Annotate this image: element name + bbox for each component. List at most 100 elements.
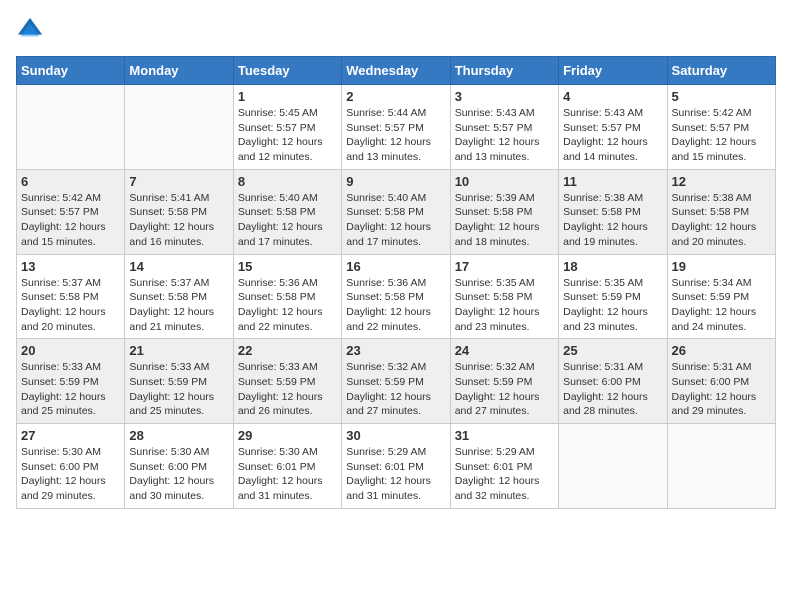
calendar-week-row: 20 Sunrise: 5:33 AM Sunset: 5:59 PM Dayli…: [17, 339, 776, 424]
day-info: Sunrise: 5:44 AM Sunset: 5:57 PM Dayligh…: [346, 106, 445, 165]
calendar-cell: 22 Sunrise: 5:33 AM Sunset: 5:59 PM Dayli…: [233, 339, 341, 424]
weekday-header-wednesday: Wednesday: [342, 57, 450, 85]
calendar-cell: 13Sunrise: 5:37 AM Sunset: 5:58 PM Dayli…: [17, 254, 125, 339]
day-number: 31: [455, 428, 554, 443]
calendar-cell: 9 Sunrise: 5:40 AM Sunset: 5:58 PM Daylig…: [342, 169, 450, 254]
calendar-week-row: 13 Sunrise: 5:37 AM Sunset: 5:58 PM Dayli…: [17, 254, 776, 339]
calendar-cell: [125, 85, 233, 170]
calendar-cell: 11 Sunrise: 5:38 AM Sunset: 5:58 PM Dayli…: [559, 169, 667, 254]
day-info: Sunrise: 5:35 AM Sunset: 5:58 PM Dayligh…: [455, 276, 554, 335]
day-number: 20: [21, 343, 120, 358]
day-info: Sunrise: 5:32 AM Sunset: 5:59 PM Dayligh…: [346, 360, 445, 419]
calendar-cell: 5 Sunrise: 5:42 AM Sunset: 5:57 PM Daylig…: [667, 85, 775, 170]
calendar-cell: 28 Sunrise: 5:30 AM Sunset: 6:00 PM Dayli…: [125, 424, 233, 509]
page-header: [16, 16, 776, 44]
day-info: Sunrise: 5:34 AM Sunset: 5:59 PM Dayligh…: [672, 276, 771, 335]
calendar-cell: 16 Sunrise: 5:36 AM Sunset: 5:58 PM Dayli…: [342, 254, 450, 339]
calendar-cell: 10 Sunrise: 5:39 AM Sunset: 5:58 PM Dayli…: [450, 169, 558, 254]
day-number: 8: [238, 174, 337, 189]
day-number: 19: [672, 259, 771, 274]
day-info: Sunrise: 5:40 AM Sunset: 5:58 PM Dayligh…: [346, 191, 445, 250]
day-number: 1: [238, 89, 337, 104]
calendar-cell: 12Sunrise: 5:38 AM Sunset: 5:58 PM Dayli…: [667, 169, 775, 254]
day-info: Sunrise: 5:30 AM Sunset: 6:00 PM Dayligh…: [129, 445, 228, 504]
calendar-cell: 25Sunrise: 5:31 AM Sunset: 6:00 PM Dayli…: [559, 339, 667, 424]
day-number: 29: [238, 428, 337, 443]
day-info: Sunrise: 5:42 AM Sunset: 5:57 PM Dayligh…: [21, 191, 120, 250]
day-number: 16: [346, 259, 445, 274]
calendar-cell: 8 Sunrise: 5:40 AM Sunset: 5:58 PM Daylig…: [233, 169, 341, 254]
calendar-cell: 26 Sunrise: 5:31 AM Sunset: 6:00 PM Dayli…: [667, 339, 775, 424]
day-info: Sunrise: 5:35 AM Sunset: 5:59 PM Dayligh…: [563, 276, 662, 335]
calendar-cell: 17 Sunrise: 5:35 AM Sunset: 5:58 PM Dayli…: [450, 254, 558, 339]
day-info: Sunrise: 5:33 AM Sunset: 5:59 PM Dayligh…: [129, 360, 228, 419]
calendar-cell: 30 Sunrise: 5:29 AM Sunset: 6:01 PM Dayli…: [342, 424, 450, 509]
day-number: 15: [238, 259, 337, 274]
weekday-header-friday: Friday: [559, 57, 667, 85]
day-info: Sunrise: 5:45 AM Sunset: 5:57 PM Dayligh…: [238, 106, 337, 165]
calendar-week-row: 6Sunrise: 5:42 AM Sunset: 5:57 PM Daylig…: [17, 169, 776, 254]
day-info: Sunrise: 5:30 AM Sunset: 6:00 PM Dayligh…: [21, 445, 120, 504]
day-info: Sunrise: 5:38 AM Sunset: 5:58 PM Dayligh…: [563, 191, 662, 250]
calendar-cell: 3Sunrise: 5:43 AM Sunset: 5:57 PM Daylig…: [450, 85, 558, 170]
day-number: 26: [672, 343, 771, 358]
day-number: 22: [238, 343, 337, 358]
day-number: 12: [672, 174, 771, 189]
calendar-week-row: 27 Sunrise: 5:30 AM Sunset: 6:00 PM Dayli…: [17, 424, 776, 509]
day-number: 24: [455, 343, 554, 358]
calendar-week-row: 1 Sunrise: 5:45 AM Sunset: 5:57 PM Daylig…: [17, 85, 776, 170]
day-number: 28: [129, 428, 228, 443]
weekday-header-monday: Monday: [125, 57, 233, 85]
calendar-cell: [559, 424, 667, 509]
day-info: Sunrise: 5:36 AM Sunset: 5:58 PM Dayligh…: [238, 276, 337, 335]
day-info: Sunrise: 5:42 AM Sunset: 5:57 PM Dayligh…: [672, 106, 771, 165]
day-number: 2: [346, 89, 445, 104]
day-info: Sunrise: 5:33 AM Sunset: 5:59 PM Dayligh…: [238, 360, 337, 419]
calendar-cell: 23Sunrise: 5:32 AM Sunset: 5:59 PM Dayli…: [342, 339, 450, 424]
day-info: Sunrise: 5:41 AM Sunset: 5:58 PM Dayligh…: [129, 191, 228, 250]
calendar-cell: [17, 85, 125, 170]
day-number: 10: [455, 174, 554, 189]
calendar-cell: 14 Sunrise: 5:37 AM Sunset: 5:58 PM Dayli…: [125, 254, 233, 339]
day-info: Sunrise: 5:39 AM Sunset: 5:58 PM Dayligh…: [455, 191, 554, 250]
day-number: 21: [129, 343, 228, 358]
weekday-header-tuesday: Tuesday: [233, 57, 341, 85]
calendar-cell: 19 Sunrise: 5:34 AM Sunset: 5:59 PM Dayli…: [667, 254, 775, 339]
day-info: Sunrise: 5:43 AM Sunset: 5:57 PM Dayligh…: [563, 106, 662, 165]
calendar-cell: 18 Sunrise: 5:35 AM Sunset: 5:59 PM Dayli…: [559, 254, 667, 339]
day-info: Sunrise: 5:37 AM Sunset: 5:58 PM Dayligh…: [129, 276, 228, 335]
calendar-cell: 2 Sunrise: 5:44 AM Sunset: 5:57 PM Daylig…: [342, 85, 450, 170]
day-number: 30: [346, 428, 445, 443]
calendar-table: SundayMondayTuesdayWednesdayThursdayFrid…: [16, 56, 776, 509]
day-info: Sunrise: 5:43 AM Sunset: 5:57 PM Dayligh…: [455, 106, 554, 165]
day-info: Sunrise: 5:33 AM Sunset: 5:59 PM Dayligh…: [21, 360, 120, 419]
day-number: 27: [21, 428, 120, 443]
weekday-header-row: SundayMondayTuesdayWednesdayThursdayFrid…: [17, 57, 776, 85]
calendar-cell: 15 Sunrise: 5:36 AM Sunset: 5:58 PM Dayli…: [233, 254, 341, 339]
day-number: 25: [563, 343, 662, 358]
weekday-header-saturday: Saturday: [667, 57, 775, 85]
calendar-cell: 6Sunrise: 5:42 AM Sunset: 5:57 PM Daylig…: [17, 169, 125, 254]
weekday-header-sunday: Sunday: [17, 57, 125, 85]
day-info: Sunrise: 5:36 AM Sunset: 5:58 PM Dayligh…: [346, 276, 445, 335]
calendar-cell: 7 Sunrise: 5:41 AM Sunset: 5:58 PM Daylig…: [125, 169, 233, 254]
calendar-cell: 20 Sunrise: 5:33 AM Sunset: 5:59 PM Dayli…: [17, 339, 125, 424]
calendar-cell: 1 Sunrise: 5:45 AM Sunset: 5:57 PM Daylig…: [233, 85, 341, 170]
calendar-cell: 4Sunrise: 5:43 AM Sunset: 5:57 PM Daylig…: [559, 85, 667, 170]
calendar-cell: [667, 424, 775, 509]
calendar-cell: 29Sunrise: 5:30 AM Sunset: 6:01 PM Dayli…: [233, 424, 341, 509]
day-info: Sunrise: 5:29 AM Sunset: 6:01 PM Dayligh…: [455, 445, 554, 504]
day-number: 9: [346, 174, 445, 189]
day-number: 5: [672, 89, 771, 104]
day-info: Sunrise: 5:31 AM Sunset: 6:00 PM Dayligh…: [672, 360, 771, 419]
day-info: Sunrise: 5:40 AM Sunset: 5:58 PM Dayligh…: [238, 191, 337, 250]
day-number: 13: [21, 259, 120, 274]
day-number: 17: [455, 259, 554, 274]
calendar-cell: 21 Sunrise: 5:33 AM Sunset: 5:59 PM Dayli…: [125, 339, 233, 424]
day-number: 11: [563, 174, 662, 189]
day-info: Sunrise: 5:29 AM Sunset: 6:01 PM Dayligh…: [346, 445, 445, 504]
day-number: 18: [563, 259, 662, 274]
day-number: 14: [129, 259, 228, 274]
day-number: 7: [129, 174, 228, 189]
logo: [16, 16, 48, 44]
